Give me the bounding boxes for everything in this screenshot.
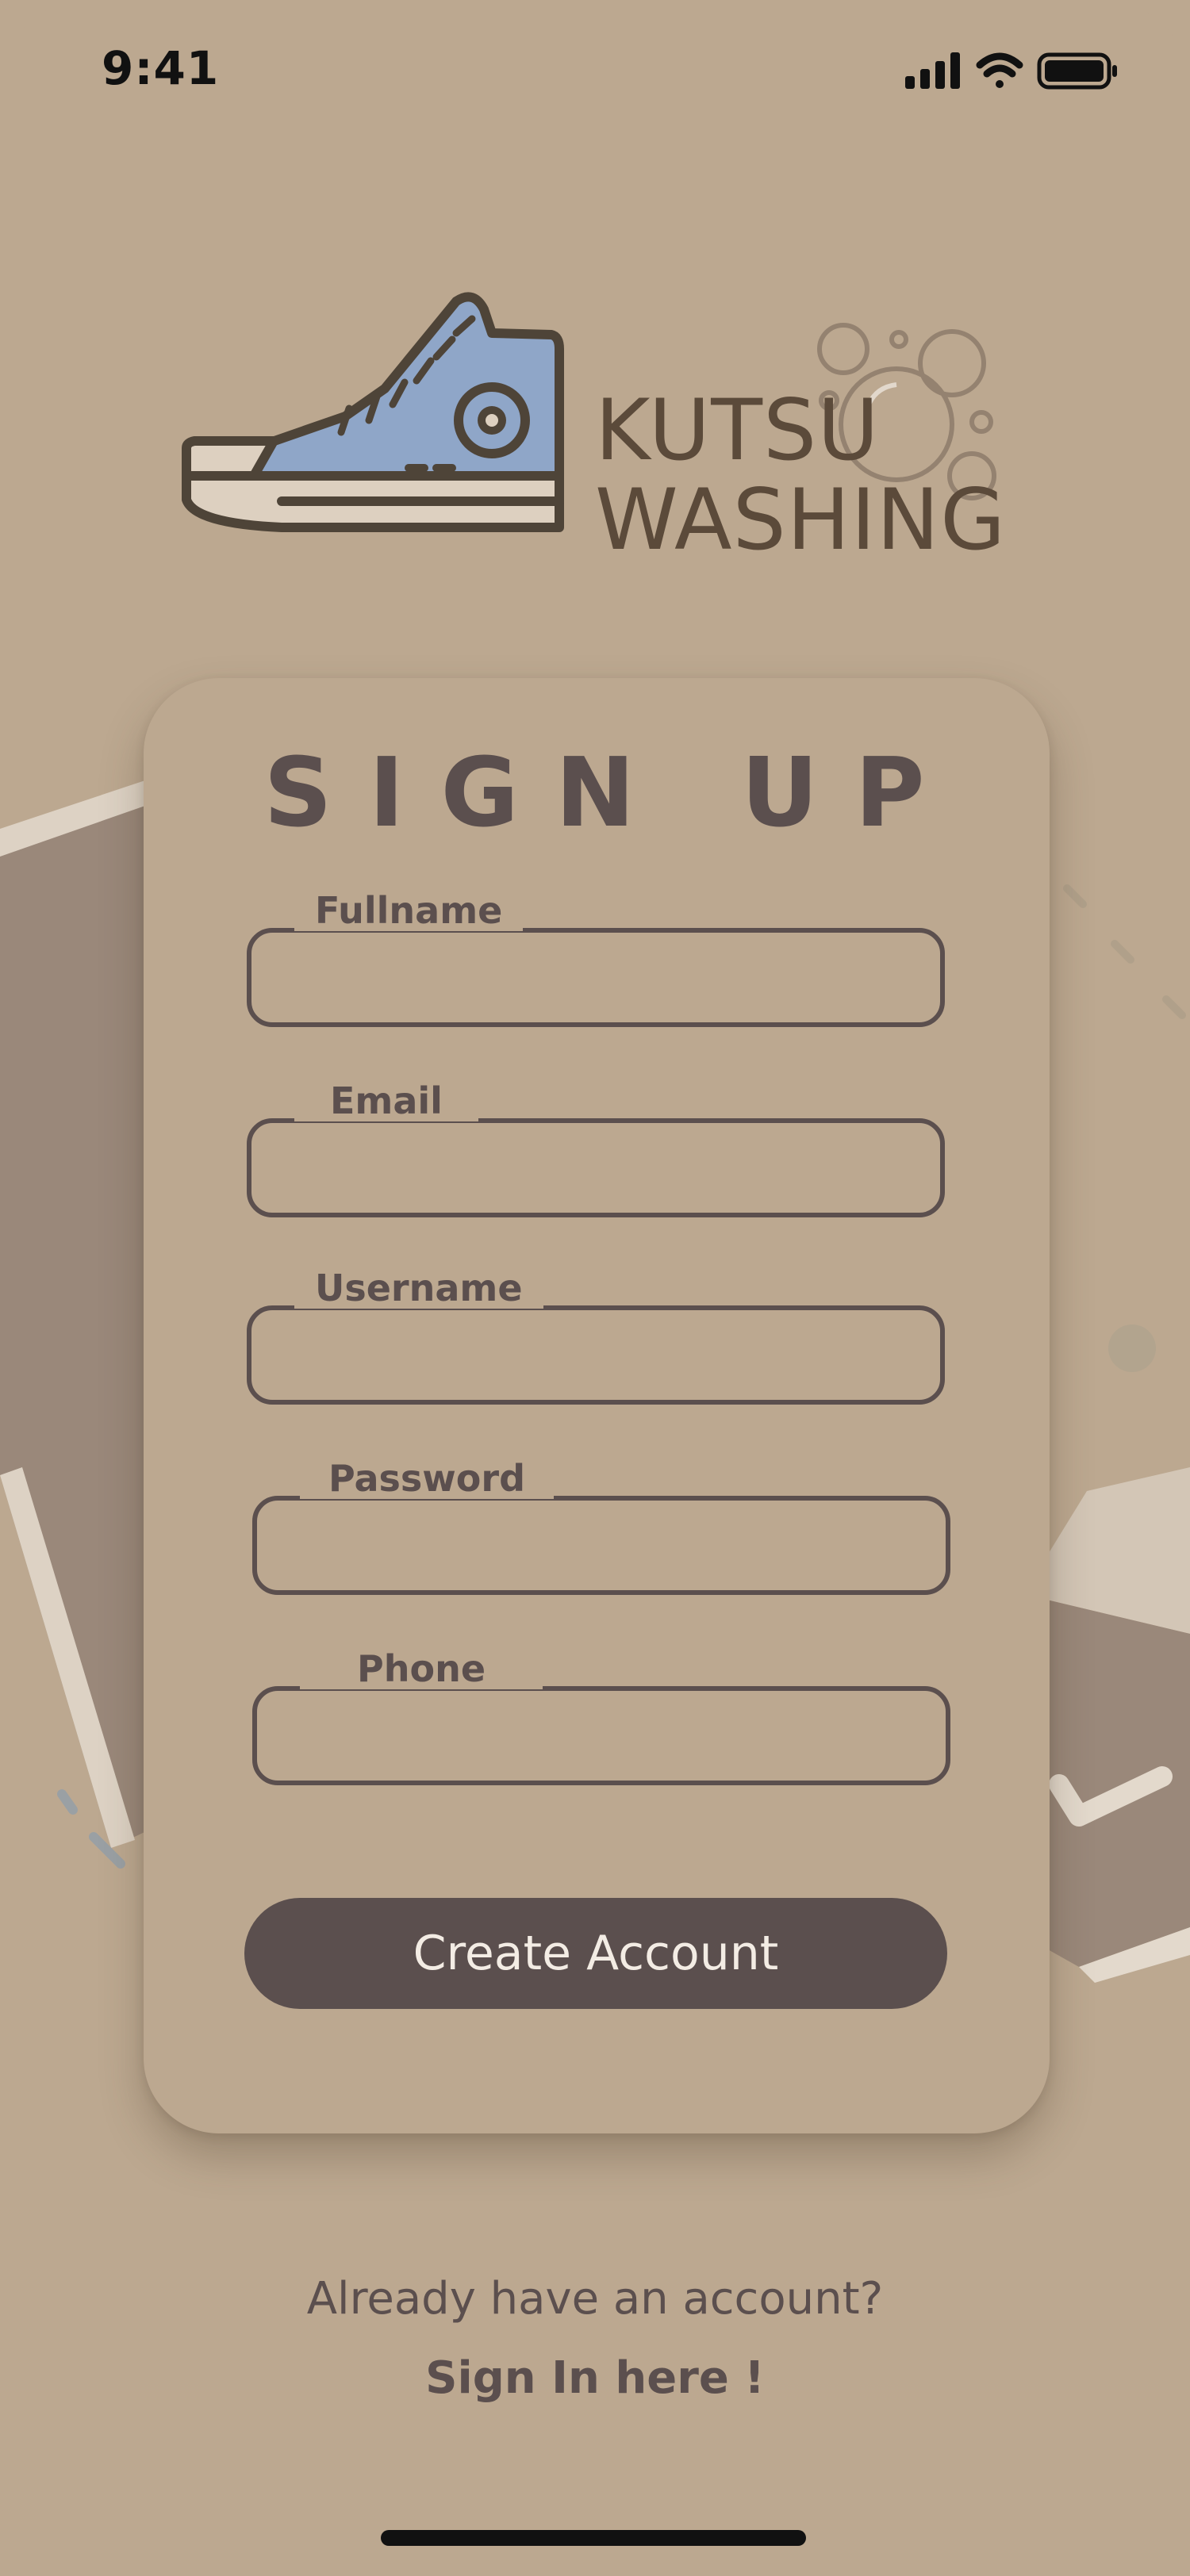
create-account-button[interactable]: Create Account: [244, 1898, 947, 2009]
phone-label: Phone: [300, 1648, 543, 1689]
wifi-icon: [976, 52, 1023, 88]
password-field: Password: [252, 1458, 950, 1595]
status-icons: [905, 52, 1117, 90]
sneaker-icon: [182, 292, 564, 532]
email-field: Email: [247, 1080, 945, 1217]
sign-in-link[interactable]: Sign In here !: [0, 2352, 1190, 2404]
brand-logo: KUTSU WASHING: [178, 286, 1019, 571]
home-indicator[interactable]: [381, 2530, 806, 2546]
status-time: 9:41: [102, 41, 220, 95]
app-screen: 9:41 KUTSU WASHING SIGN UP Fullname Emai…: [0, 0, 1190, 2576]
phone-input[interactable]: [276, 1704, 930, 1769]
fullname-field: Fullname: [247, 890, 945, 1027]
username-input[interactable]: [271, 1323, 924, 1388]
battery-icon: [1037, 52, 1117, 90]
logo-text-kutsu: KUTSU: [595, 381, 880, 479]
already-have-account-text: Already have an account?: [306, 2273, 884, 2325]
email-label: Email: [294, 1080, 478, 1121]
cellular-signal-icon: [905, 52, 960, 89]
username-label: Username: [294, 1267, 543, 1309]
fullname-label: Fullname: [294, 890, 524, 931]
email-input[interactable]: [271, 1136, 924, 1201]
phone-field: Phone: [252, 1648, 950, 1785]
username-field: Username: [247, 1267, 945, 1405]
password-label: Password: [300, 1458, 554, 1499]
fullname-input[interactable]: [271, 945, 924, 1010]
logo-text-washing: WASHING: [595, 471, 1007, 569]
page-title: SIGN UP: [263, 738, 962, 849]
password-input[interactable]: [276, 1513, 930, 1578]
status-bar: 9:41: [0, 0, 1190, 135]
signup-card: SIGN UP Fullname Email Username Password…: [144, 678, 1050, 2133]
